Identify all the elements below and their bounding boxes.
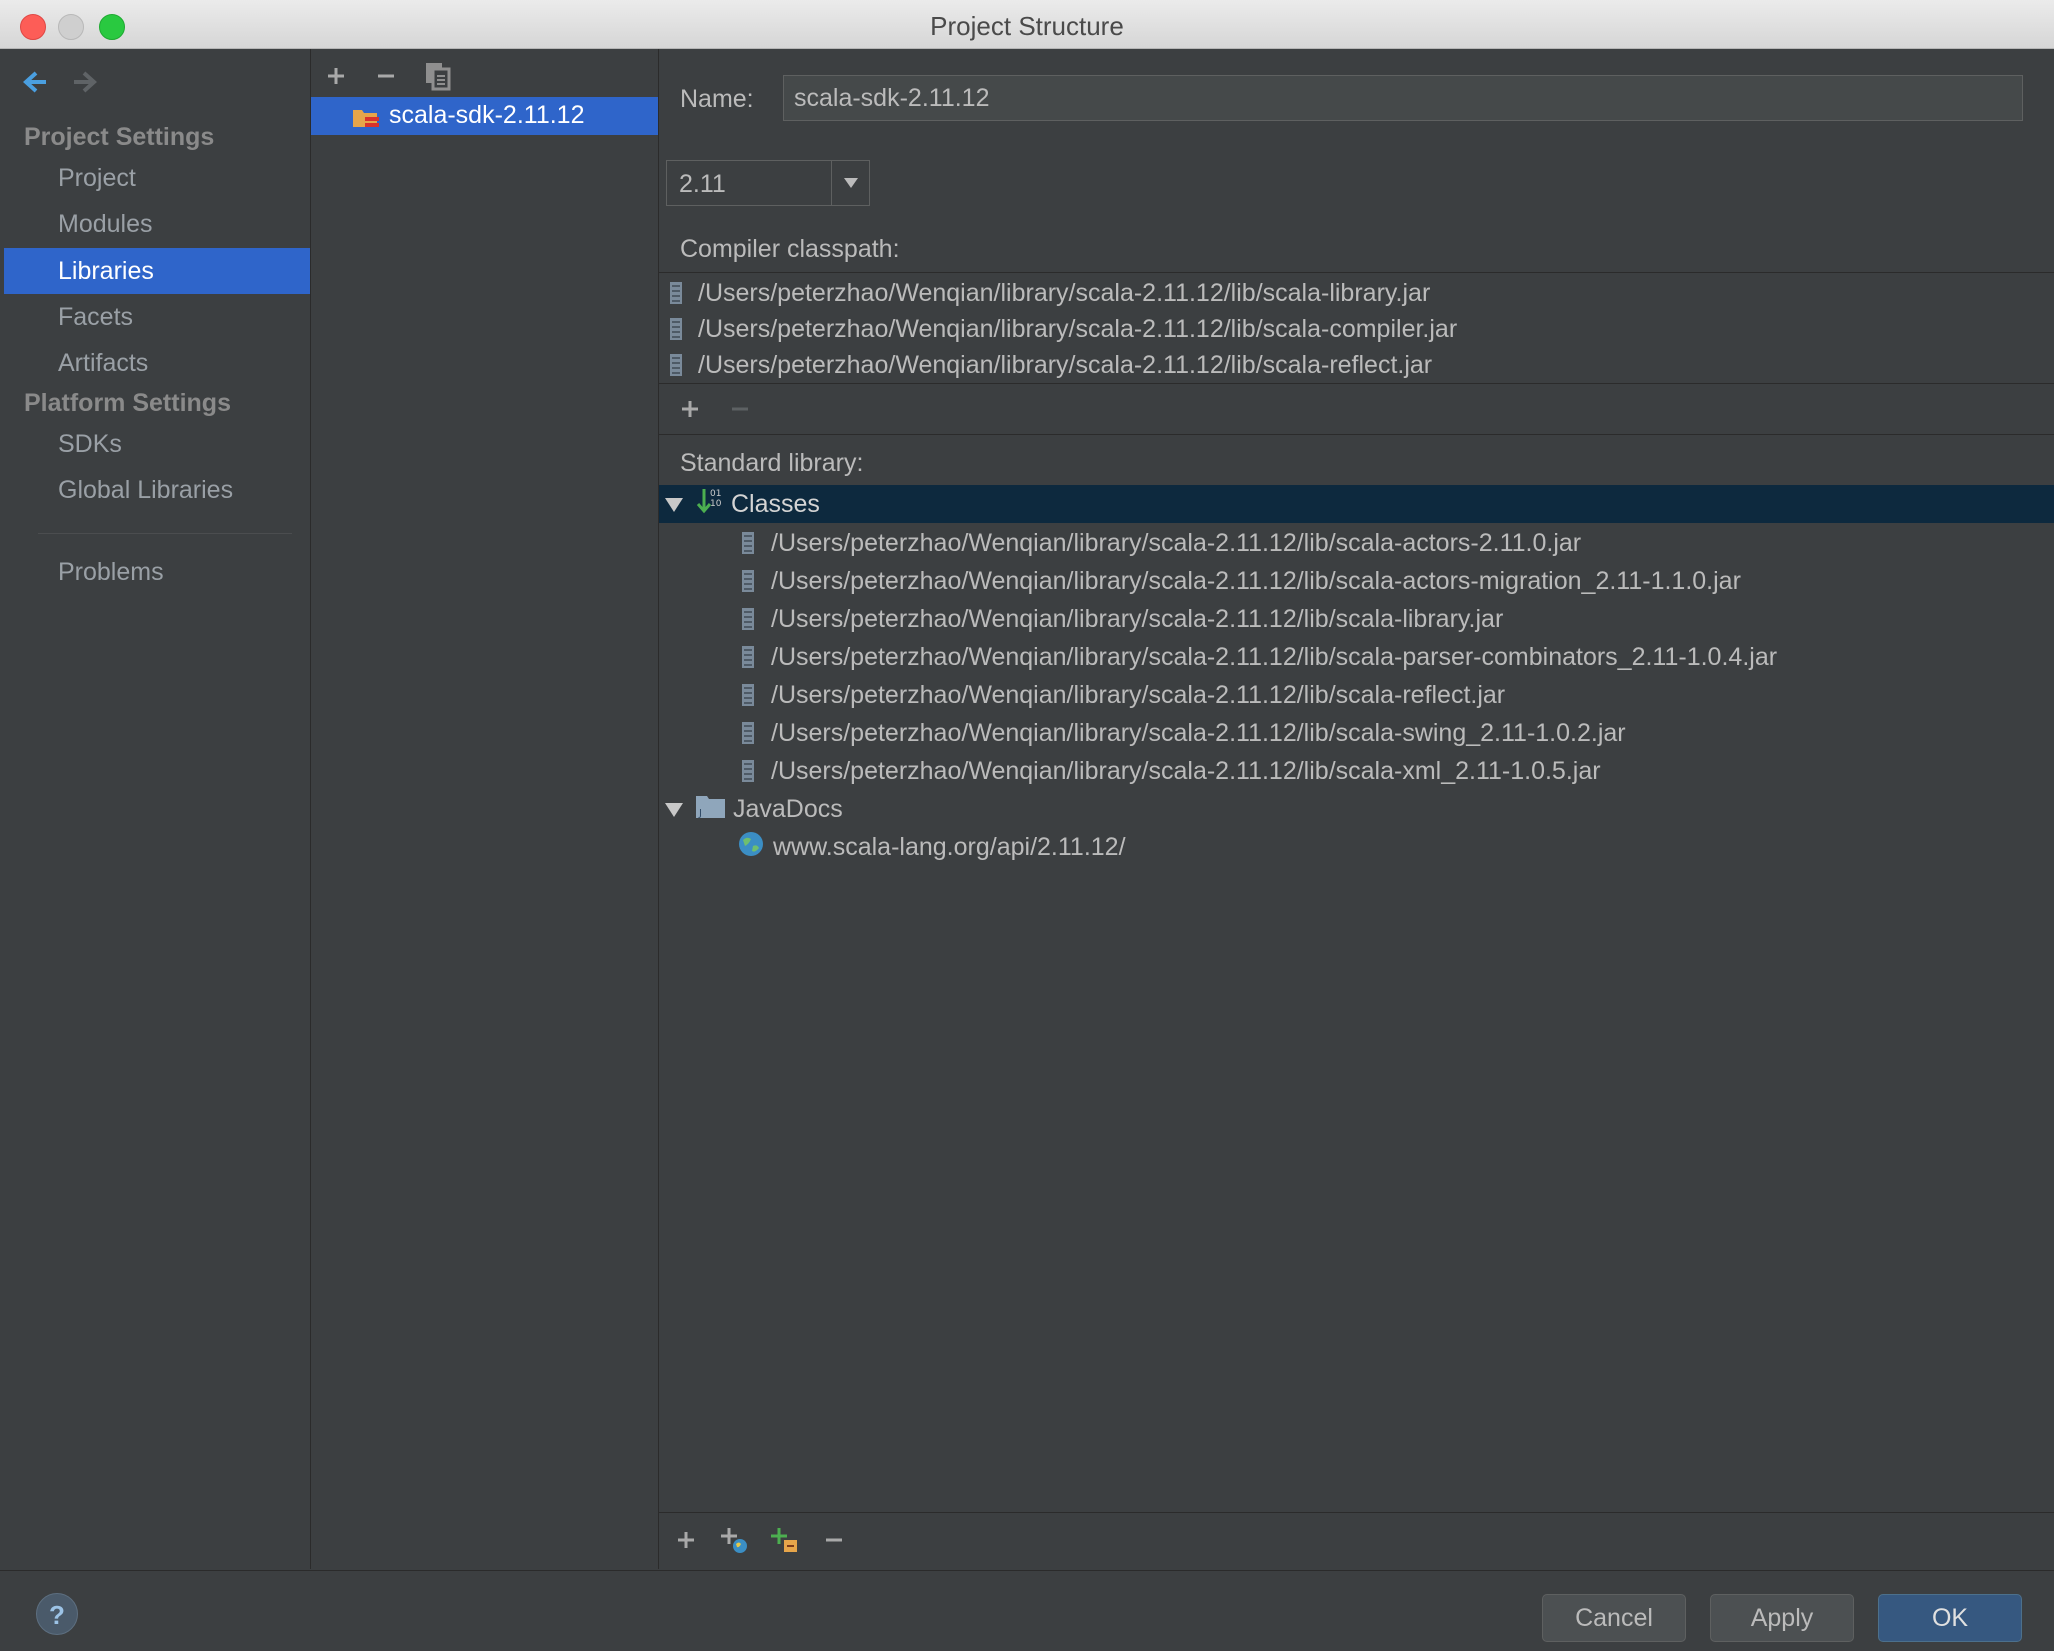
list-item[interactable]: /Users/peterzhao/Wenqian/library/scala-2… bbox=[741, 562, 1741, 600]
classpath-toolbar bbox=[659, 383, 2054, 434]
scala-version-select[interactable]: 2.11 bbox=[666, 160, 870, 206]
jar-icon bbox=[669, 281, 683, 305]
jar-icon bbox=[741, 607, 755, 631]
library-list-panel: scala-sdk-2.11.12 bbox=[311, 49, 659, 1569]
add-url-button[interactable] bbox=[717, 1523, 751, 1557]
ok-button[interactable]: OK bbox=[1878, 1594, 2022, 1642]
list-item[interactable]: /Users/peterzhao/Wenqian/library/scala-2… bbox=[669, 275, 1430, 311]
javadoc-url-entry: www.scala-lang.org/api/2.11.12/ bbox=[773, 832, 1126, 861]
classpath-entry: /Users/peterzhao/Wenqian/library/scala-2… bbox=[698, 314, 1458, 343]
add-jar-button[interactable] bbox=[767, 1523, 801, 1557]
globe-icon bbox=[737, 830, 765, 865]
remove-library-button[interactable] bbox=[369, 59, 403, 93]
settings-sidebar: Project Settings Project Modules Librari… bbox=[4, 49, 311, 1569]
sidebar-item-libraries[interactable]: Libraries bbox=[4, 248, 310, 294]
remove-classpath-button[interactable] bbox=[723, 392, 757, 426]
javadocs-node[interactable]: J JavaDocs bbox=[665, 790, 843, 828]
compiler-classpath-label: Compiler classpath: bbox=[680, 235, 900, 263]
jar-icon bbox=[669, 317, 683, 341]
list-item[interactable]: /Users/peterzhao/Wenqian/library/scala-2… bbox=[741, 676, 1505, 714]
platform-settings-heading: Platform Settings bbox=[24, 389, 231, 417]
window-title: Project Structure bbox=[930, 11, 1124, 41]
jar-icon bbox=[669, 353, 683, 377]
jar-icon bbox=[741, 531, 755, 555]
name-field[interactable]: scala-sdk-2.11.12 bbox=[783, 75, 2023, 121]
standard-library-label: Standard library: bbox=[680, 449, 864, 477]
library-details-panel: Name: scala-sdk-2.11.12 2.11 Compiler cl… bbox=[659, 49, 2054, 1569]
jar-icon bbox=[741, 645, 755, 669]
project-settings-heading: Project Settings bbox=[24, 123, 215, 151]
jar-icon bbox=[741, 759, 755, 783]
jar-icon bbox=[741, 683, 755, 707]
list-item[interactable]: /Users/peterzhao/Wenqian/library/scala-2… bbox=[669, 311, 1457, 347]
svg-text:01: 01 bbox=[710, 489, 721, 499]
class-entry: /Users/peterzhao/Wenqian/library/scala-2… bbox=[771, 604, 1504, 633]
forward-arrow-icon[interactable] bbox=[70, 67, 100, 104]
scala-version-value: 2.11 bbox=[679, 170, 726, 198]
list-item[interactable]: /Users/peterzhao/Wenqian/library/scala-2… bbox=[669, 347, 1432, 383]
dialog-footer: ? Cancel Apply OK bbox=[0, 1570, 2054, 1651]
standard-library-toolbar bbox=[659, 1512, 2054, 1570]
expand-triangle-icon[interactable] bbox=[665, 490, 683, 519]
sidebar-divider bbox=[38, 533, 292, 534]
jar-icon bbox=[741, 569, 755, 593]
sidebar-item-global-libraries[interactable]: Global Libraries bbox=[4, 467, 310, 513]
help-button[interactable]: ? bbox=[36, 1593, 78, 1635]
classes-label: Classes bbox=[731, 489, 820, 518]
chevron-down-icon[interactable] bbox=[831, 161, 870, 205]
class-entry: /Users/peterzhao/Wenqian/library/scala-2… bbox=[771, 566, 1741, 595]
apply-button[interactable]: Apply bbox=[1710, 1594, 1854, 1642]
list-item[interactable]: /Users/peterzhao/Wenqian/library/scala-2… bbox=[741, 714, 1626, 752]
classes-icon: 01 10 bbox=[695, 486, 725, 523]
sidebar-item-artifacts[interactable]: Artifacts bbox=[4, 340, 310, 386]
classpath-entry: /Users/peterzhao/Wenqian/library/scala-2… bbox=[698, 278, 1431, 307]
sidebar-item-problems[interactable]: Problems bbox=[4, 549, 310, 595]
back-arrow-icon[interactable] bbox=[20, 67, 50, 104]
add-library-button[interactable] bbox=[319, 59, 353, 93]
list-item[interactable]: /Users/peterzhao/Wenqian/library/scala-2… bbox=[741, 524, 1581, 562]
class-entry: /Users/peterzhao/Wenqian/library/scala-2… bbox=[771, 680, 1506, 709]
sidebar-item-facets[interactable]: Facets bbox=[4, 294, 310, 340]
sidebar-item-modules[interactable]: Modules bbox=[4, 201, 310, 247]
sidebar-item-sdks[interactable]: SDKs bbox=[4, 421, 310, 467]
library-list-item[interactable]: scala-sdk-2.11.12 bbox=[311, 97, 658, 135]
add-root-button[interactable] bbox=[669, 1523, 703, 1557]
javadocs-label: JavaDocs bbox=[733, 794, 843, 823]
library-name-label: scala-sdk-2.11.12 bbox=[389, 101, 585, 129]
class-entry: /Users/peterzhao/Wenqian/library/scala-2… bbox=[771, 528, 1582, 557]
remove-root-button[interactable] bbox=[817, 1523, 851, 1557]
list-item[interactable]: www.scala-lang.org/api/2.11.12/ bbox=[737, 828, 1126, 866]
class-entry: /Users/peterzhao/Wenqian/library/scala-2… bbox=[771, 642, 1778, 671]
classes-node[interactable]: 01 10 Classes bbox=[659, 485, 2054, 523]
title-bar: Project Structure bbox=[0, 0, 2054, 49]
list-item[interactable]: /Users/peterzhao/Wenqian/library/scala-2… bbox=[741, 600, 1503, 638]
copy-library-icon[interactable] bbox=[421, 59, 455, 93]
jar-icon bbox=[741, 721, 755, 745]
list-item[interactable]: /Users/peterzhao/Wenqian/library/scala-2… bbox=[741, 638, 1777, 676]
list-item[interactable]: /Users/peterzhao/Wenqian/library/scala-2… bbox=[741, 752, 1601, 790]
cancel-button[interactable]: Cancel bbox=[1542, 1594, 1686, 1642]
classpath-entry: /Users/peterzhao/Wenqian/library/scala-2… bbox=[698, 350, 1433, 379]
name-label: Name: bbox=[680, 85, 754, 113]
expand-triangle-icon[interactable] bbox=[665, 795, 683, 824]
class-entry: /Users/peterzhao/Wenqian/library/scala-2… bbox=[771, 718, 1626, 747]
add-classpath-button[interactable] bbox=[673, 392, 707, 426]
class-entry: /Users/peterzhao/Wenqian/library/scala-2… bbox=[771, 756, 1601, 785]
scala-library-icon bbox=[351, 105, 381, 138]
svg-text:J: J bbox=[698, 808, 702, 819]
javadocs-folder-icon: J bbox=[695, 792, 727, 827]
sidebar-item-project[interactable]: Project bbox=[4, 155, 310, 201]
svg-text:10: 10 bbox=[710, 499, 722, 509]
